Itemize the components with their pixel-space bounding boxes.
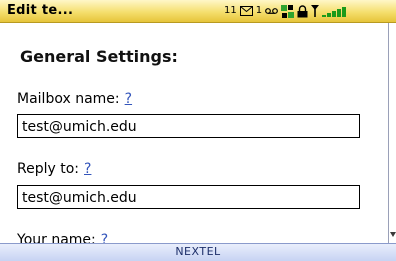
status-indicators: 11 1 [224, 3, 348, 19]
mailbox-name-field[interactable] [17, 114, 360, 138]
reply-to-help-link[interactable]: ? [84, 161, 91, 177]
lock-icon [297, 4, 308, 18]
voicemail-icon [265, 7, 279, 15]
scroll-down-arrow-icon [390, 232, 396, 237]
mailbox-help-link[interactable]: ? [125, 91, 132, 107]
mailbox-name-label-text: Mailbox name: [17, 91, 120, 107]
signal-strength-icon [322, 6, 348, 17]
other-count: 1 [255, 5, 263, 16]
reply-to-label-text: Reply to: [17, 161, 79, 177]
reply-to-label: Reply to:? [17, 161, 91, 177]
carrier-bar: NEXTEL [0, 243, 396, 261]
signal-antenna-icon [311, 5, 320, 17]
reply-to-field[interactable] [17, 185, 360, 209]
window-title: Edit te... [7, 3, 74, 18]
vertical-scrollbar[interactable] [388, 23, 396, 243]
your-name-label: Your name:? [17, 232, 108, 243]
mailbox-name-label: Mailbox name:? [17, 91, 132, 107]
title-bar: Edit te... 11 1 [0, 0, 396, 23]
section-heading: General Settings: [20, 47, 178, 66]
network-icon [281, 4, 295, 18]
settings-content: General Settings: Mailbox name:? Reply t… [0, 23, 388, 243]
your-name-label-text: Your name: [17, 232, 96, 243]
envelope-icon [239, 6, 253, 16]
message-count: 11 [224, 5, 237, 16]
your-name-help-link[interactable]: ? [101, 232, 108, 243]
carrier-name: NEXTEL [175, 245, 221, 258]
